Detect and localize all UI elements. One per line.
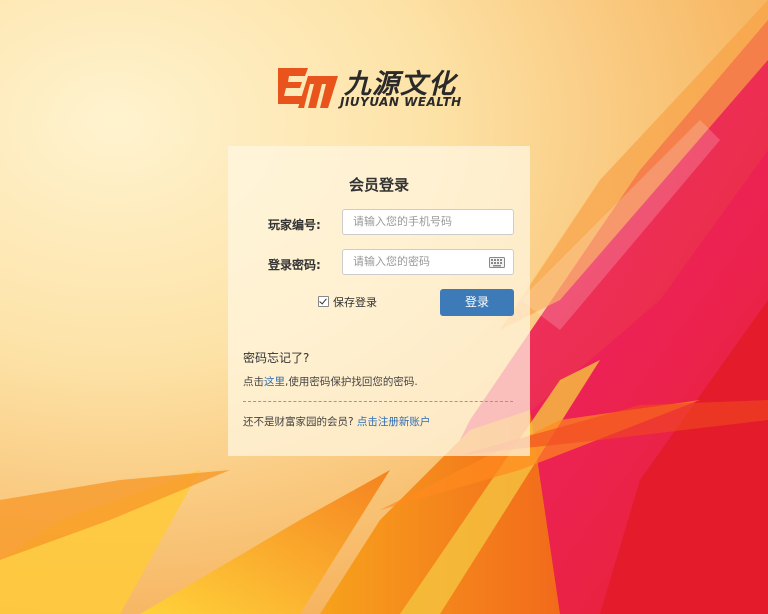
register-hint: 还不是财富家园的会员? 点击注册新账户 (243, 414, 430, 429)
remember-checkbox[interactable] (318, 296, 329, 307)
password-label: 登录密码: (268, 258, 321, 272)
login-panel: 会员登录 玩家编号: 请输入您的手机号码 登录密码: 请输入您的密码 保存登录 … (228, 146, 530, 456)
login-button[interactable]: 登录 (440, 289, 514, 316)
panel-title: 会员登录 (348, 176, 409, 194)
player-id-input[interactable]: 请输入您的手机号码 (342, 209, 514, 235)
forgot-password-hint: 点击这里,使用密码保护找回您的密码. (243, 374, 418, 389)
brand-logo: 九源文化 JIUYUAN WEALTH (278, 62, 468, 114)
keyboard-icon[interactable] (489, 257, 505, 268)
divider (243, 401, 513, 402)
forgot-prefix: 点击 (243, 376, 264, 388)
forgot-password-link[interactable]: 这里 (264, 376, 285, 388)
player-id-placeholder: 请输入您的手机号码 (353, 215, 452, 228)
forgot-suffix: ,使用密码保护找回您的密码. (285, 376, 418, 388)
remember-label[interactable]: 保存登录 (333, 294, 377, 310)
register-link[interactable]: 点击注册新账户 (357, 416, 431, 428)
logo-mark-icon (278, 68, 338, 108)
player-id-label: 玩家编号: (268, 218, 321, 232)
forgot-password-title: 密码忘记了? (243, 351, 310, 365)
password-placeholder: 请输入您的密码 (353, 255, 430, 268)
register-prefix: 还不是财富家园的会员? (243, 416, 354, 428)
password-input[interactable]: 请输入您的密码 (342, 249, 514, 275)
brand-name-en: JIUYUAN WEALTH (340, 95, 462, 109)
